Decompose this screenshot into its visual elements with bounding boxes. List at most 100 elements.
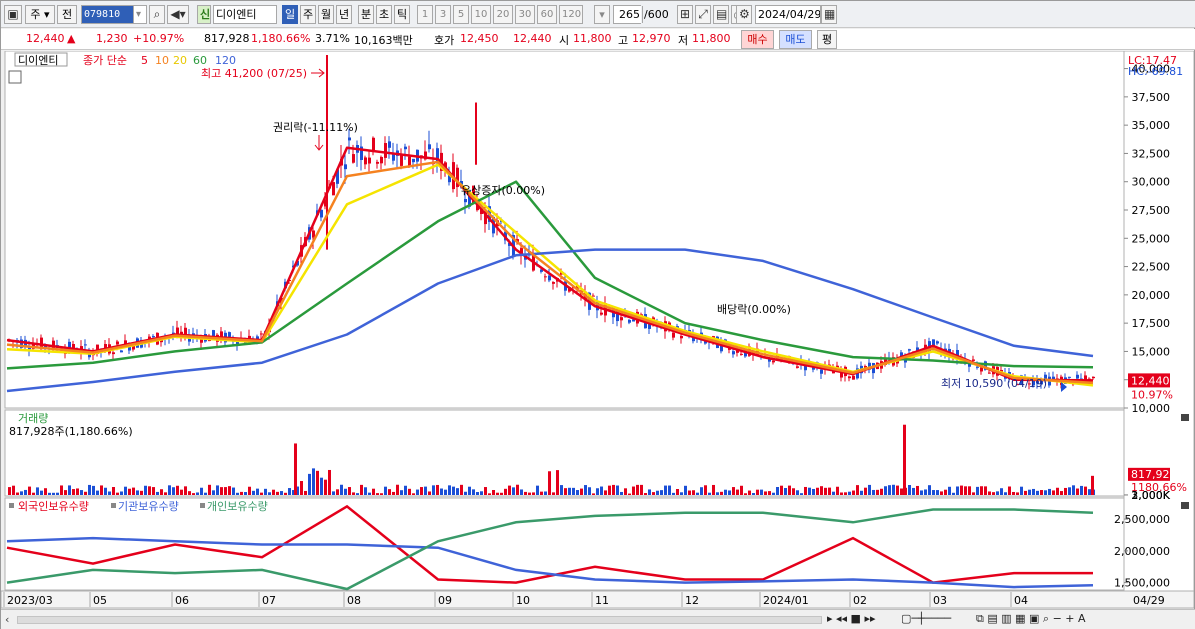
view-tools-icon[interactable]: ⧉ ▤ ▥ ▦ ▣ ⌕ − + A xyxy=(976,612,1086,626)
layout-icon[interactable]: ▣ xyxy=(4,5,22,24)
candle-body xyxy=(112,352,115,355)
interval-button-120[interactable]: 120 xyxy=(559,5,583,24)
volume-bar xyxy=(968,486,971,495)
volume-bar xyxy=(740,485,743,495)
price-tick-label: 37,500 xyxy=(1132,91,1171,104)
interval-dropdown-icon[interactable]: ▾ xyxy=(594,5,610,24)
market-badge: 신 xyxy=(197,5,211,24)
horizontal-scrollbar[interactable] xyxy=(17,616,822,624)
code-dropdown-icon[interactable]: ▾ xyxy=(133,5,147,24)
legend-foreign: 외국인보유수량 xyxy=(18,500,89,513)
buy-button[interactable]: 매수 xyxy=(741,30,774,49)
volume-bar xyxy=(120,491,123,495)
grid-icon[interactable] xyxy=(8,70,22,84)
volume-bar xyxy=(420,487,423,495)
volume-bar xyxy=(936,490,939,495)
eval-button[interactable]: 평 xyxy=(817,30,837,49)
volume-bar xyxy=(408,488,411,495)
period-sec-button[interactable]: 초 xyxy=(376,5,392,24)
volume-bar xyxy=(916,485,919,495)
volume-bar xyxy=(72,489,75,495)
price-tick-label: 17,500 xyxy=(1132,317,1171,330)
candle-body xyxy=(428,144,431,150)
volume-bar xyxy=(516,484,519,495)
candle-body xyxy=(260,333,263,335)
up-triangle-icon: ▲ xyxy=(67,32,76,45)
gear-icon[interactable]: ⚙ xyxy=(736,5,752,24)
interval-button-3[interactable]: 3 xyxy=(435,5,451,24)
search-icon[interactable]: ⌕ xyxy=(149,5,165,24)
candle-body xyxy=(392,154,395,161)
interval-button-30[interactable]: 30 xyxy=(515,5,535,24)
date-input[interactable]: 2024/04/29 xyxy=(755,5,821,24)
volume-bar xyxy=(944,489,947,495)
period-month-button[interactable]: 월 xyxy=(318,5,334,24)
scroll-controls[interactable]: ▸ ◂◂ ■ ▸▸ xyxy=(827,612,876,625)
interval-button-60[interactable]: 60 xyxy=(537,5,557,24)
period-day-button[interactable]: 일 xyxy=(282,5,298,24)
period-min-button[interactable]: 분 xyxy=(358,5,374,24)
volume-bar xyxy=(808,487,811,495)
volume-bar xyxy=(320,477,323,495)
volume-bar xyxy=(232,487,235,495)
volume-bar xyxy=(460,484,463,495)
volume-bar xyxy=(468,486,471,495)
volume-bar xyxy=(988,491,991,495)
scroll-left-icon[interactable]: ‹ xyxy=(5,613,9,626)
interval-button-5[interactable]: 5 xyxy=(453,5,469,24)
volume-bar xyxy=(1016,492,1019,495)
volume-bar xyxy=(252,490,255,495)
legend-marker xyxy=(9,503,14,508)
volume-bar xyxy=(484,487,487,495)
volume-bar xyxy=(792,488,795,495)
volume-bar xyxy=(696,492,699,495)
period-week-button[interactable]: 주 xyxy=(300,5,316,24)
volume-bar xyxy=(1008,486,1011,495)
volume-bar xyxy=(388,489,391,495)
save-icon[interactable]: ▤ xyxy=(713,5,729,24)
volume-last-label: 817,928 xyxy=(1131,468,1177,481)
volume-bar xyxy=(32,492,35,495)
interval-button-20[interactable]: 20 xyxy=(493,5,513,24)
panel-close-icon[interactable] xyxy=(1181,414,1189,421)
volume-bar xyxy=(708,492,711,495)
interval-button-1[interactable]: 1 xyxy=(417,5,433,24)
volume-bar xyxy=(172,487,175,495)
adjust-button[interactable]: 전 xyxy=(57,5,77,24)
volume-bar xyxy=(528,492,531,495)
volume-bar xyxy=(876,489,879,495)
sell-button[interactable]: 매도 xyxy=(779,30,812,49)
period-select[interactable]: 주 ▾ xyxy=(25,5,55,24)
volume-bar xyxy=(1048,488,1051,495)
period-year-button[interactable]: 년 xyxy=(336,5,352,24)
low-price: 11,800 xyxy=(692,32,731,45)
volume-bar xyxy=(144,485,147,495)
draw-tool-icon[interactable]: ⤢ xyxy=(695,5,711,24)
volume-bar xyxy=(256,488,259,495)
volume-bar xyxy=(820,486,823,495)
volume-bar xyxy=(504,488,507,495)
count-input[interactable]: 265 xyxy=(613,5,643,24)
x-axis-label: 08 xyxy=(347,594,361,607)
x-axis-label: 02 xyxy=(853,594,867,607)
chart-canvas[interactable]: 40,00037,50035,00032,50030,00027,50025,0… xyxy=(1,51,1194,609)
volume-bar xyxy=(352,492,355,495)
sound-icon[interactable]: ◀▾ xyxy=(167,5,189,24)
stock-code-input[interactable]: 079810 xyxy=(81,5,139,24)
volume-title: 거래량 xyxy=(18,412,48,425)
period-tick-button[interactable]: 틱 xyxy=(394,5,410,24)
candle-body xyxy=(820,369,823,374)
volume-bar xyxy=(224,487,227,495)
calendar-icon[interactable]: ▦ xyxy=(821,5,837,24)
volume-bar xyxy=(340,484,343,495)
volume-bar xyxy=(404,485,407,495)
volume-bar xyxy=(88,484,91,495)
volume-bar xyxy=(932,490,935,495)
volume-bar xyxy=(1000,488,1003,495)
zoom-slider-icon[interactable]: ▢─┼──── xyxy=(901,612,951,625)
candle-body xyxy=(544,276,547,278)
interval-button-10[interactable]: 10 xyxy=(471,5,491,24)
volume-bar xyxy=(564,488,567,495)
panel-close-icon[interactable] xyxy=(1181,502,1189,509)
candle-icon[interactable]: ⊞ xyxy=(677,5,693,24)
